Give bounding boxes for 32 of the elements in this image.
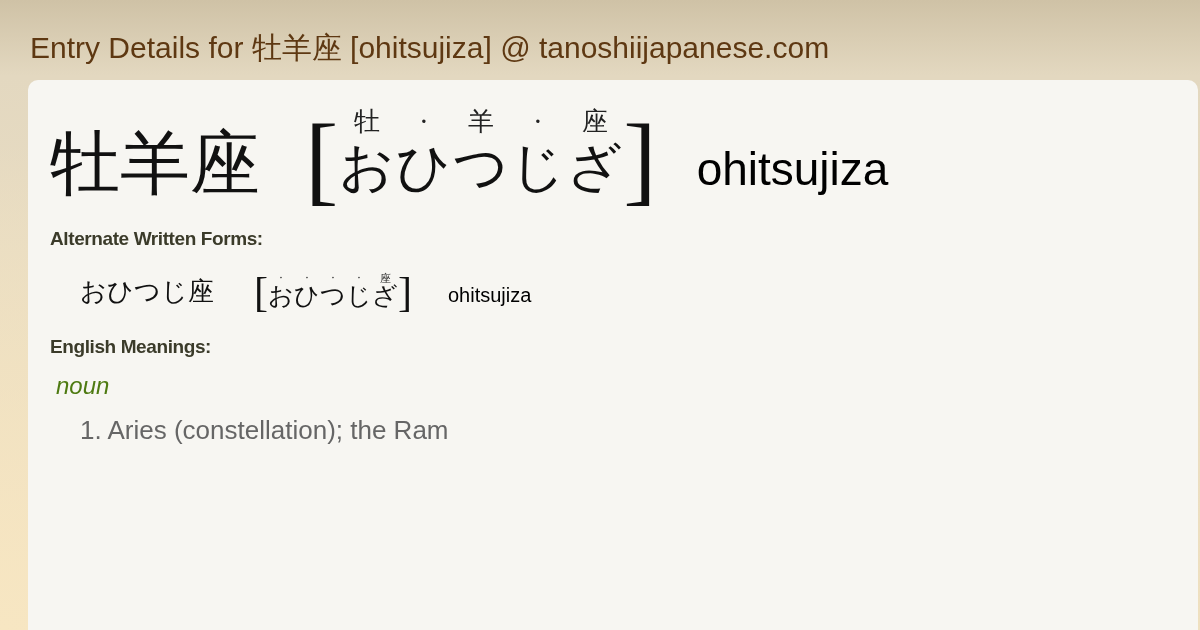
ruby-annotation: · <box>305 273 309 284</box>
ruby-annotation: · <box>331 273 335 284</box>
ruby-annotation: 座 <box>379 273 391 284</box>
kana-reading: お <box>268 283 294 308</box>
close-bracket: ] <box>623 110 657 210</box>
ruby-annotation: · <box>357 273 361 284</box>
kana-reading: じ <box>510 140 566 194</box>
headword: 牡羊座 <box>50 128 260 198</box>
open-bracket: [ <box>305 110 339 210</box>
section-heading: English Meanings: <box>50 336 212 358</box>
ruby-annotation: · <box>419 108 428 134</box>
meaning-text: 1. Aries (constellation); the Ram <box>80 415 449 445</box>
kana-reading: じ <box>346 283 372 308</box>
ruby-annotation: · <box>279 273 283 284</box>
ruby-annotation: 牡 <box>353 108 380 134</box>
romaji: ohitsujiza <box>448 285 532 305</box>
close-bracket: ] <box>398 271 412 313</box>
kana-reading: ひ <box>294 283 320 308</box>
alternate-form: おひつじ座 <box>80 278 214 304</box>
kana-reading: ざ <box>372 283 398 308</box>
kana-reading: ざ <box>567 140 623 194</box>
part-of-speech: noun <box>56 372 110 400</box>
page-title: Entry Details for 牡羊座 [ohitsujiza] @ tanoshiijapanese.com <box>30 31 830 65</box>
open-bracket: [ <box>254 271 268 313</box>
kana-reading: つ <box>453 140 509 194</box>
kana-reading: お <box>339 140 395 194</box>
ruby-annotation: 羊 <box>467 108 494 134</box>
ruby-annotation: 座 <box>581 108 608 134</box>
kana-reading: ひ <box>396 140 452 194</box>
section-heading: Alternate Written Forms: <box>50 228 263 250</box>
kana-reading: つ <box>320 283 346 308</box>
ruby-annotation: · <box>533 108 542 134</box>
